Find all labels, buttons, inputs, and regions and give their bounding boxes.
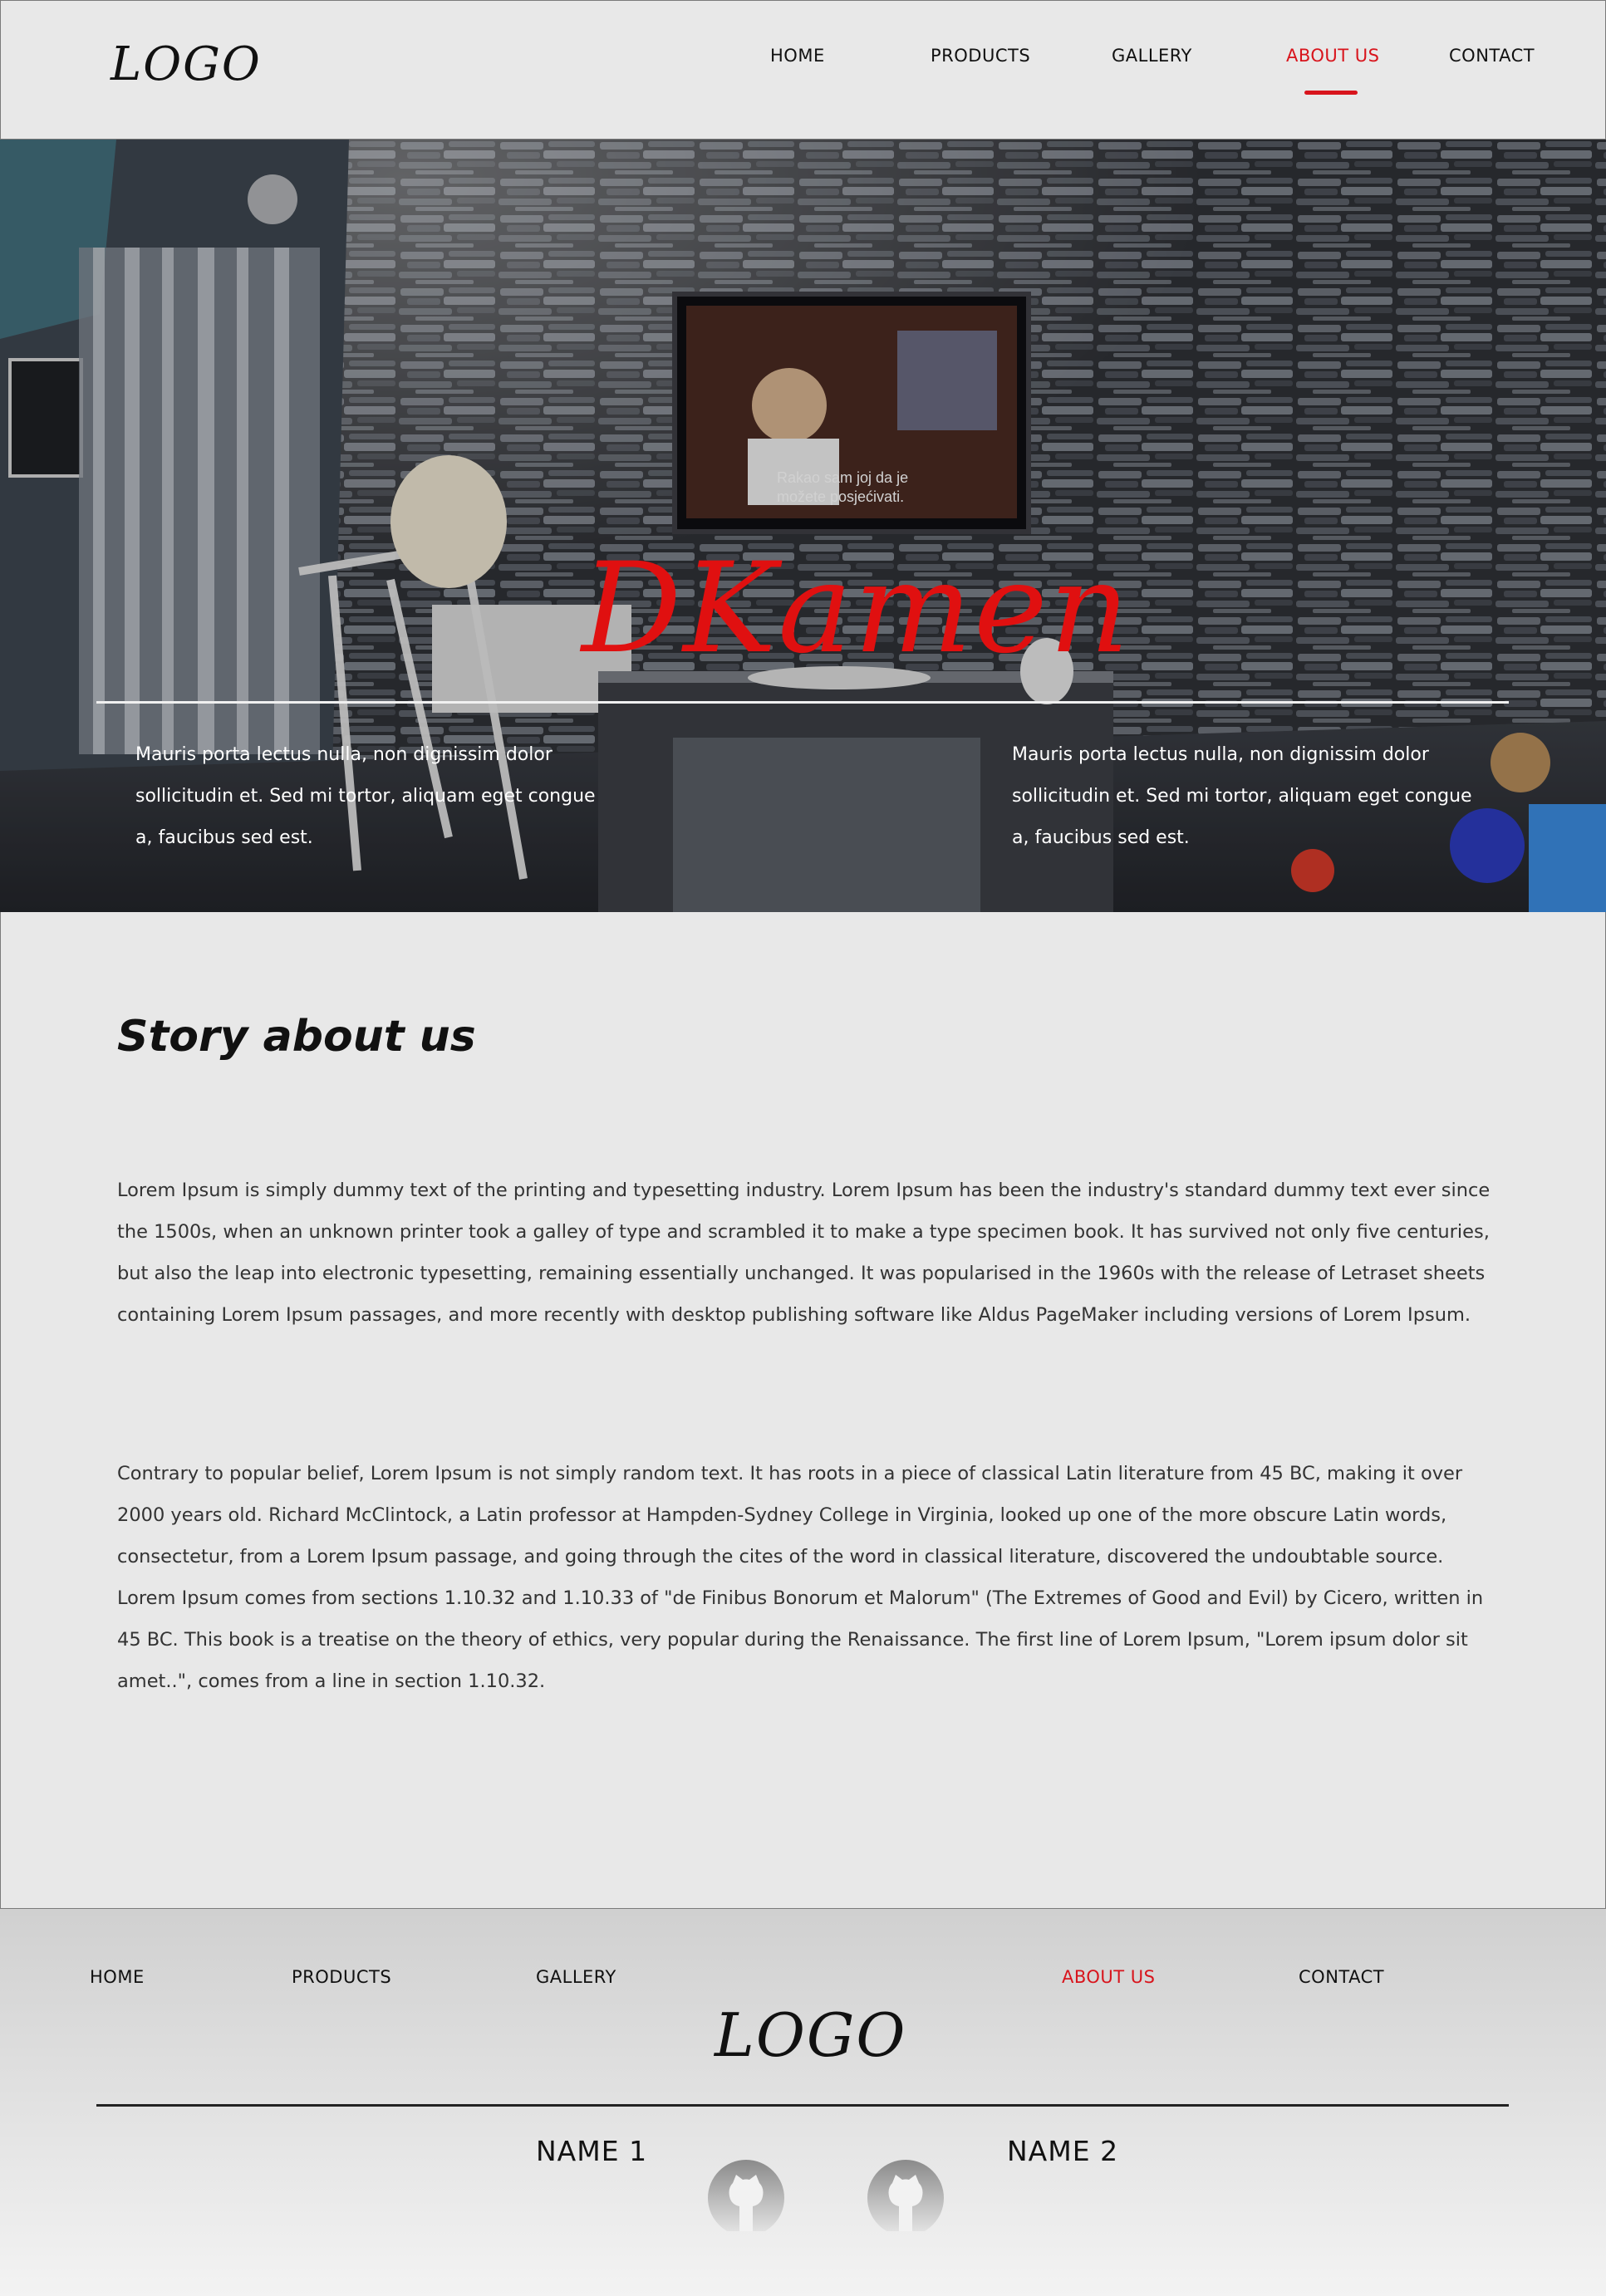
github-icon[interactable]: [708, 2160, 784, 2231]
footer-logo[interactable]: LOGO: [715, 2000, 906, 2070]
hero-text-left: Mauris porta lectus nulla, non dignissim…: [135, 744, 596, 848]
story-paragraph-1: Lorem Ipsum is simply dummy text of the …: [117, 1180, 1491, 1326]
nav-gallery[interactable]: GALLERY: [1112, 46, 1192, 66]
footer-nav-gallery[interactable]: GALLERY: [536, 1967, 616, 1987]
hero-text-right: Mauris porta lectus nulla, non dignissim…: [1012, 744, 1472, 848]
github-icon[interactable]: [867, 2160, 944, 2231]
footer-nav-about-us[interactable]: ABOUT US: [1062, 1967, 1156, 1987]
nav-about-us[interactable]: ABOUT US: [1286, 46, 1380, 66]
footer-nav-contact[interactable]: CONTACT: [1299, 1967, 1384, 1987]
nav-home[interactable]: HOME: [770, 46, 825, 66]
footer-nav-products[interactable]: PRODUCTS: [292, 1967, 391, 1987]
nav-active-indicator: [1304, 91, 1358, 95]
story-paragraph-2: Contrary to popular belief, Lorem Ipsum …: [117, 1463, 1484, 1692]
site-header: LOGO HOME PRODUCTS GALLERY ABOUT US CONT…: [0, 0, 1606, 140]
story-section: Story about us Lorem Ipsum is simply dum…: [0, 912, 1606, 1909]
hero-title: DKamen: [582, 537, 1132, 681]
header-logo[interactable]: LOGO: [111, 37, 262, 91]
author-name-2: NAME 2: [1007, 2135, 1119, 2167]
footer-nav-home[interactable]: HOME: [90, 1967, 145, 1987]
footer-divider: [96, 2104, 1509, 2107]
hero-divider: [96, 701, 1509, 704]
hero-banner: Rakao sam joj da je možete posjećivati. …: [0, 140, 1606, 912]
nav-contact[interactable]: CONTACT: [1449, 46, 1535, 66]
nav-products[interactable]: PRODUCTS: [931, 46, 1030, 66]
site-footer: HOME PRODUCTS GALLERY ABOUT US CONTACT L…: [0, 1909, 1606, 2296]
author-name-1: NAME 1: [536, 2135, 648, 2167]
story-heading: Story about us: [117, 1012, 476, 1062]
